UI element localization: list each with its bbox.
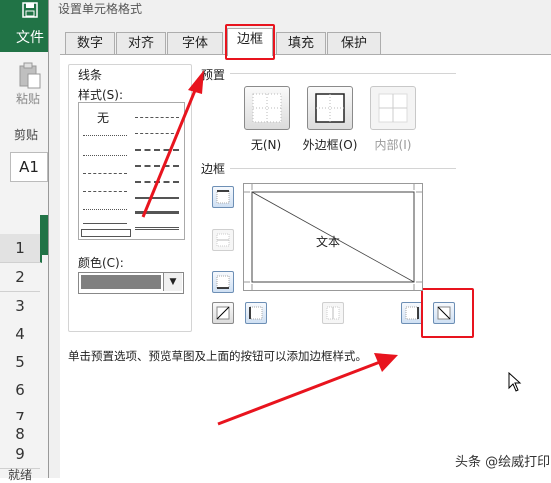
arrow-line-to-hint <box>217 360 381 426</box>
border-tab-highlight <box>225 24 275 60</box>
watermark: 头条 @绘威打印 <box>455 455 551 470</box>
arrow-line-to-presets <box>141 87 198 218</box>
arrow-head-presets <box>188 70 204 94</box>
annotation-arrows <box>141 70 398 426</box>
mouse-cursor-icon <box>508 372 522 392</box>
